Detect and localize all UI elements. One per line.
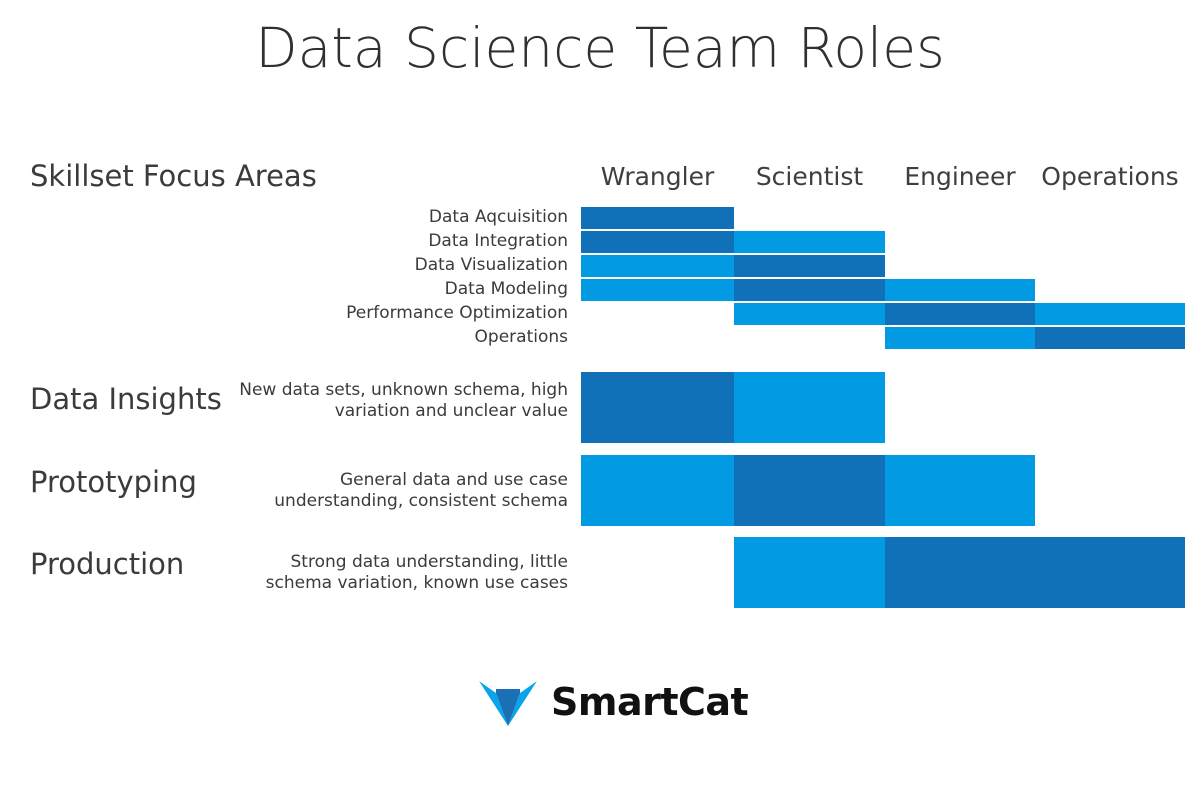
column-header-engineer: Engineer xyxy=(904,162,1016,191)
skillset-row: Performance Optimization xyxy=(0,302,1200,326)
skillset-cell-wrangler xyxy=(581,207,734,229)
skillset-row-label: Data Modeling xyxy=(444,279,568,299)
skillset-cell-scientist xyxy=(734,279,885,301)
skillset-matrix: Data Aqcuisition Data Integration Data Vis… xyxy=(0,206,1200,350)
skillset-row: Data Aqcuisition xyxy=(0,206,1200,230)
skillset-row: Data Visualization xyxy=(0,254,1200,278)
skillset-row: Data Integration xyxy=(0,230,1200,254)
section-cell-wrangler xyxy=(581,455,734,526)
skillset-cell-scientist xyxy=(734,255,885,277)
skillset-cell-scientist xyxy=(734,303,885,325)
section-cell-scientist xyxy=(734,372,885,443)
skillset-row-label: Performance Optimization xyxy=(346,303,568,323)
section-cell-scientist xyxy=(734,537,885,608)
skillset-cell-wrangler xyxy=(581,231,734,253)
smartcat-cat-icon xyxy=(477,679,539,727)
section-bar xyxy=(0,372,1200,443)
skillset-row-label: Operations xyxy=(474,327,568,347)
skillset-cell-engineer xyxy=(885,303,1035,325)
skillset-row-label: Data Integration xyxy=(428,231,568,251)
section-cell-engineer xyxy=(885,537,1185,608)
skillset-row-label: Data Aqcuisition xyxy=(428,207,568,227)
section-bar xyxy=(0,537,1200,608)
page-title: Data Science Team Roles xyxy=(255,16,945,80)
section-block: Data Insights New data sets, unknown sche… xyxy=(0,372,1200,443)
smartcat-wordmark: SmartCat xyxy=(551,680,749,724)
column-header-row: Wrangler Scientist Engineer Operations xyxy=(581,160,1185,194)
section-cell-scientist xyxy=(734,455,885,526)
skillset-cell-engineer xyxy=(885,279,1035,301)
skillset-cell-wrangler xyxy=(581,255,734,277)
column-header-scientist: Scientist xyxy=(755,162,864,191)
column-header-operations: Operations xyxy=(1041,162,1179,191)
section-cell-engineer xyxy=(885,455,1035,526)
skillset-cell-operations xyxy=(1035,303,1185,325)
section-cell-wrangler xyxy=(581,372,734,443)
column-header-wrangler: Wrangler xyxy=(600,162,715,191)
section-bar xyxy=(0,455,1200,526)
section-block: Prototyping General data and use case und… xyxy=(0,455,1200,526)
skillset-cell-operations xyxy=(1035,327,1185,349)
skillset-row: Data Modeling xyxy=(0,278,1200,302)
skillset-heading: Skillset Focus Areas xyxy=(30,159,317,193)
skillset-row: Operations xyxy=(0,326,1200,350)
section-block: Production Strong data understanding, lit… xyxy=(0,537,1200,608)
skillset-cell-engineer xyxy=(885,327,1035,349)
skillset-row-label: Data Visualization xyxy=(414,255,568,275)
smartcat-logo: SmartCat xyxy=(477,679,749,729)
skillset-cell-wrangler xyxy=(581,279,734,301)
skillset-cell-scientist xyxy=(734,231,885,253)
